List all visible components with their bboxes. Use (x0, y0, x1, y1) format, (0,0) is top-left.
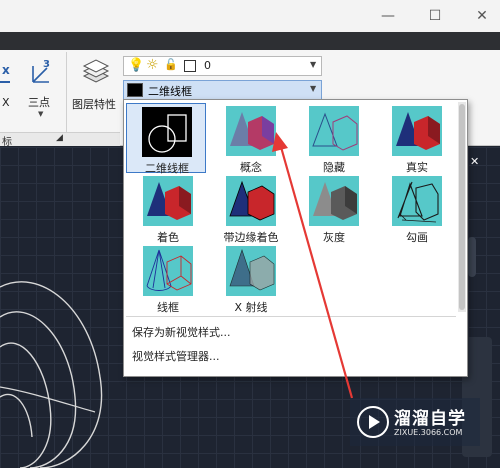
viewport-close-icon[interactable]: ✕ (470, 155, 479, 168)
style-label: 灰度 (323, 231, 345, 244)
unlock-icon: 🔓 (164, 58, 178, 71)
three-point-button[interactable]: 3 三点 ▼ (26, 54, 58, 118)
ribbon-tab-strip (0, 32, 500, 50)
lightbulb-icon: 💡 (128, 58, 145, 73)
visual-style-gallery: 二维线框 概念 隐藏 真实 着色 带边缘着色 灰度 勾画 线框 X 射线 保存为… (123, 99, 468, 377)
visual-style-manager-item[interactable]: 视觉样式管理器... (132, 348, 220, 364)
style-item-x-ray[interactable]: X 射线 (211, 243, 291, 314)
ribbon-divider (66, 52, 67, 132)
style-label: 勾画 (406, 231, 428, 244)
title-bar: — ☐ ✕ (0, 0, 500, 32)
style-item-2d-wireframe[interactable]: 二维线框 (126, 103, 206, 175)
style-item-grayscale[interactable]: 灰度 (294, 173, 374, 244)
ucs-x-label: X (2, 96, 10, 109)
watermark: 溜溜自学 ZIXUE.3066.COM (350, 398, 480, 446)
gallery-scroll-thumb[interactable] (459, 104, 465, 310)
thumb-realistic (392, 106, 442, 156)
thumb-shaded (143, 176, 193, 226)
layer-dropdown[interactable]: 💡 ☼ 🔓 0 ▼ (123, 56, 322, 76)
thumb-sketchy (392, 176, 442, 226)
style-label: X 射线 (234, 301, 268, 314)
style-label: 线框 (157, 301, 179, 314)
ucs-x-button[interactable]: x X (0, 54, 16, 114)
thumb-grayscale (309, 176, 359, 226)
chevron-down-icon: ▼ (310, 60, 317, 69)
layer-properties-label: 图层特性 (72, 98, 116, 111)
maximize-icon[interactable]: ☐ (425, 6, 445, 26)
sun-icon: ☼ (146, 57, 159, 73)
thumb-wireframe (143, 246, 193, 296)
three-point-label: 三点 (28, 96, 50, 109)
layer-properties-button[interactable]: 图层特性 (70, 54, 120, 112)
ribbon-panel-footer: 标 ◢ (0, 132, 120, 148)
viewcube-icon[interactable] (468, 237, 476, 277)
close-icon[interactable]: ✕ (472, 6, 492, 26)
style-item-realistic[interactable]: 真实 (377, 103, 457, 174)
current-style-label: 二维线框 (148, 85, 192, 98)
thumb-2d-wireframe (142, 107, 192, 157)
svg-text:3: 3 (43, 59, 50, 70)
style-item-sketchy[interactable]: 勾画 (377, 173, 457, 244)
layer-number: 0 (204, 59, 211, 72)
thumb-shaded-with-edges (226, 176, 276, 226)
wireframe-2d-small-icon (127, 83, 143, 97)
minimize-icon[interactable]: — (378, 6, 398, 26)
thumb-x-ray (226, 246, 276, 296)
watermark-url: ZIXUE.3066.COM (394, 428, 463, 437)
layer-stack-icon (82, 59, 110, 83)
style-item-conceptual[interactable]: 概念 (211, 103, 291, 174)
watermark-logo-icon (357, 406, 389, 438)
save-as-new-style-item[interactable]: 保存为新视觉样式... (132, 324, 231, 340)
color-swatch-icon (184, 60, 196, 72)
style-item-shaded[interactable]: 着色 (128, 173, 208, 244)
panel-expand-icon[interactable]: ◢ (56, 133, 63, 143)
thumb-conceptual (226, 106, 276, 156)
thumb-hidden (309, 106, 359, 156)
gallery-scrollbar[interactable] (458, 102, 466, 312)
style-item-shaded-with-edges[interactable]: 带边缘着色 (211, 173, 291, 244)
menu-separator (126, 316, 456, 317)
svg-text:x: x (2, 63, 10, 77)
watermark-name: 溜溜自学 (394, 409, 466, 429)
chevron-down-icon: ▼ (310, 84, 317, 93)
style-item-wireframe[interactable]: 线框 (128, 243, 208, 314)
visual-style-dropdown[interactable]: 二维线框 ▼ (123, 80, 322, 100)
ucs-x-icon: x (0, 63, 10, 83)
chevron-down-icon: ▼ (38, 110, 44, 118)
three-point-icon: 3 (32, 59, 50, 83)
panel-footer-label: 标 (2, 137, 12, 148)
style-item-hidden[interactable]: 隐藏 (294, 103, 374, 174)
